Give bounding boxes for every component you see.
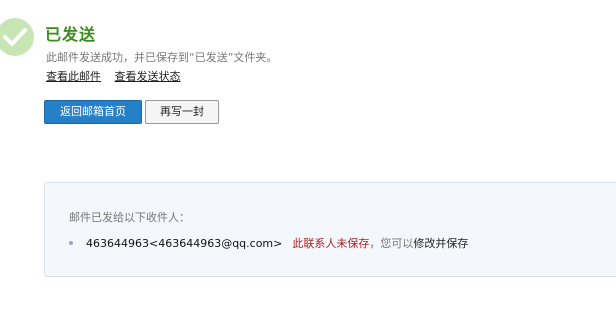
view-mail-link[interactable]: 查看此邮件 bbox=[46, 70, 101, 83]
back-to-inbox-button[interactable]: 返回邮箱首页 bbox=[44, 100, 142, 124]
bullet-icon bbox=[69, 241, 73, 245]
page-title: 已发送 bbox=[45, 25, 97, 44]
recipient-address: 463644963<463644963@qq.com> bbox=[86, 237, 283, 250]
write-another-button[interactable]: 再写一封 bbox=[145, 100, 219, 124]
success-message: 此邮件发送成功，并已保存到“已发送”文件夹。 bbox=[46, 51, 278, 64]
edit-and-save-link[interactable]: 修改并保存 bbox=[413, 237, 468, 250]
recipient-label: 邮件已发给以下收件人： bbox=[69, 211, 190, 224]
send-success-page: 已发送 此邮件发送成功，并已保存到“已发送”文件夹。 查看此邮件 查看发送状态 … bbox=[0, 0, 616, 312]
save-hint-text: ，您可以 bbox=[369, 237, 414, 250]
checkmark-icon bbox=[0, 18, 34, 56]
recipient-item: 463644963<463644963@qq.com> 此联系人未保存，您可以修改… bbox=[69, 235, 468, 251]
recipient-panel: 邮件已发给以下收件人： 463644963<463644963@qq.com> 此… bbox=[44, 182, 616, 277]
view-send-status-link[interactable]: 查看发送状态 bbox=[115, 70, 181, 83]
contact-not-saved-label: 此联系人未保存 bbox=[292, 237, 370, 250]
result-links: 查看此邮件 查看发送状态 bbox=[46, 68, 191, 84]
